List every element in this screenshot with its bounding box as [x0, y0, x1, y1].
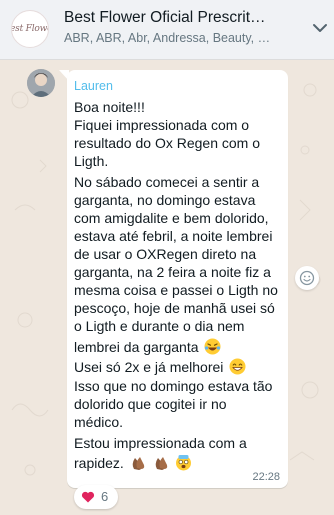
message-line: resultado do Ox Regen com o [74, 135, 260, 151]
message-line-with-emoji: Usei só 2x e já melhorei [74, 358, 286, 376]
grinning-emoji-icon [229, 358, 246, 375]
add-reaction-button[interactable] [295, 266, 319, 290]
message-line: Fiquei impressionada com o [74, 117, 250, 133]
chat-participants: ABR, ABR, Abr, Andressa, Beauty, … [64, 31, 271, 45]
message-line: garganta, na 2 feira a noite fiz a [74, 264, 271, 280]
message-line: estava até febril, a noite lembrei [74, 228, 273, 244]
smiley-reaction-icon [299, 270, 315, 286]
laughing-emoji-icon [204, 338, 221, 355]
avatar-logo: Best Flower [12, 24, 48, 34]
message-line: Isso que no domingo estava tão [74, 378, 273, 394]
message-line-with-emoji: rapidez. [74, 454, 286, 472]
message-line: garganta, no domingo estava [74, 192, 256, 208]
chevron-down-icon[interactable] [306, 14, 334, 42]
message-line: mesma coisa e passei o Ligth no [74, 282, 278, 298]
message-text: lembrei da garganta [74, 339, 199, 355]
message-text: Usei só 2x e já melhorei [74, 359, 224, 375]
sender-name[interactable]: Lauren [74, 79, 113, 93]
message-line: de usar o OXRegen direto na [74, 246, 257, 262]
clapping-hands-emoji-icon [130, 454, 147, 471]
reaction-summary[interactable]: 6 [74, 485, 118, 509]
reaction-count: 6 [101, 489, 109, 504]
chat-header[interactable]: Best Flower Best Flower Oficial Prescrit… [0, 0, 334, 60]
chat-title[interactable]: Best Flower Oficial Prescrit… [64, 9, 286, 27]
message-line: Ligth. [74, 153, 109, 169]
sender-avatar[interactable] [27, 69, 55, 97]
heart-icon [81, 491, 95, 503]
message-timestamp: 22:28 [252, 471, 280, 483]
message-line: o Ligth e durante o dia nem [74, 318, 245, 334]
message-line: médico. [74, 414, 124, 430]
astonished-emoji-icon [175, 454, 192, 471]
message-line: com amigdalite e bem dolorido, [74, 210, 269, 226]
message-line: pescoço, hoje de manhã usei só [74, 300, 275, 316]
message-bubble[interactable]: Lauren Boa noite!!! Fiquei impressionada… [67, 70, 288, 488]
message-line: Estou impressionada com a [74, 435, 247, 451]
message-line-with-emoji: lembrei da garganta [74, 338, 286, 356]
clapping-hands-emoji-icon [153, 454, 170, 471]
group-avatar[interactable]: Best Flower [11, 10, 49, 48]
message-text: rapidez. [74, 455, 124, 471]
sender-photo [27, 69, 55, 97]
message-line: No sábado comecei a sentir a [74, 174, 260, 190]
message-line: dolorido que cogitei ir no [74, 396, 227, 412]
message-line: Boa noite!!! [74, 99, 145, 115]
